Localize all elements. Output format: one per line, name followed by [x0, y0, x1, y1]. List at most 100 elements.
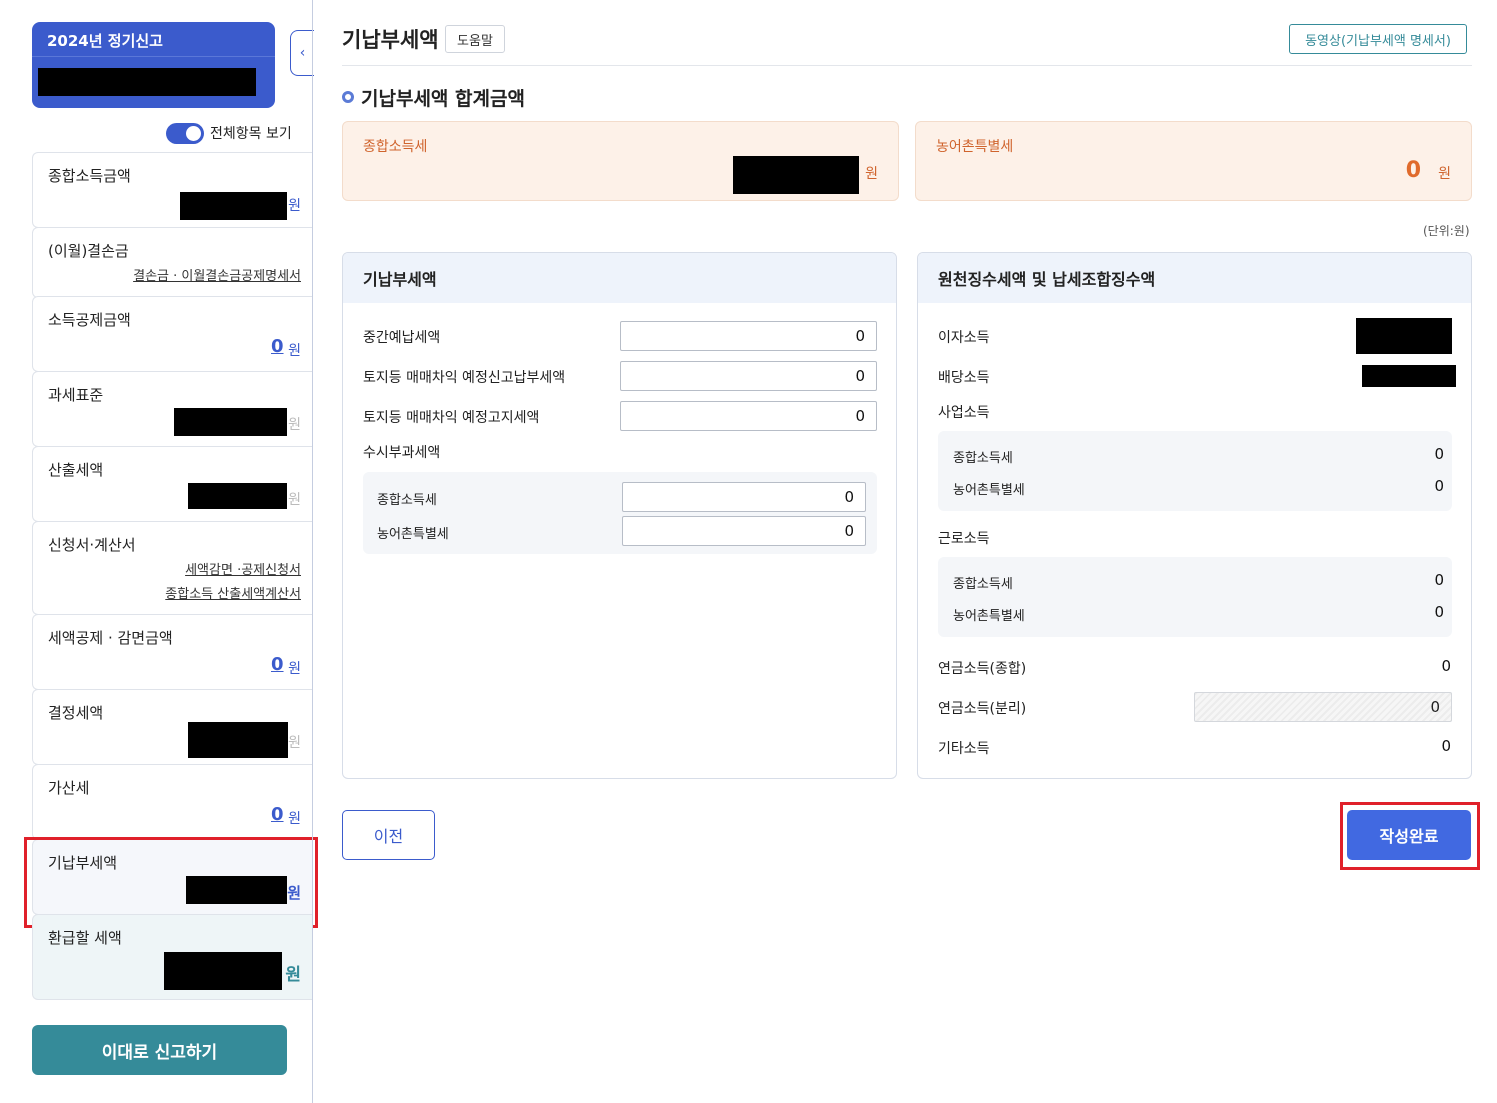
video-guide-button[interactable]: 동영상(기납부세액 명세서) — [1289, 24, 1467, 54]
panel-title: 원천징수세액 및 납세조합징수액 — [918, 253, 1471, 303]
sidebar-item-label: 환급할 세액 — [48, 929, 122, 947]
sidebar-item-calculated-tax[interactable]: 산출세액 원 — [32, 446, 313, 522]
won-unit: 원 — [288, 343, 301, 359]
business-income-tax-value: 0 — [1434, 445, 1444, 463]
previous-button[interactable]: 이전 — [342, 810, 435, 860]
withholding-panel: 원천징수세액 및 납세조합징수액 이자소득 배당소득 사업소득 종합소득세 0 … — [917, 252, 1472, 779]
submit-report-button[interactable]: 이대로 신고하기 — [32, 1025, 287, 1075]
business-income-tax-label: 종합소득세 — [953, 451, 1013, 466]
loss-statement-link[interactable]: 결손금 · 이월결손금공제명세서 — [133, 265, 301, 284]
won-unit: 원 — [288, 661, 301, 677]
sidebar-item-label: 신청서·계산서 — [48, 536, 136, 554]
panel-title: 기납부세액 — [343, 253, 896, 303]
won-unit: 원 — [288, 811, 301, 827]
occasional-income-tax-input[interactable]: 0 — [622, 482, 866, 512]
tax-credit-amount-link[interactable]: 0 — [271, 654, 284, 675]
toggle-switch[interactable] — [166, 122, 204, 144]
sidebar-item-penalty-tax[interactable]: 가산세 0 원 — [32, 764, 313, 840]
income-tax-summary: 종합소득세 원 — [342, 121, 899, 201]
interim-prepayment-label: 중간예납세액 — [363, 330, 441, 346]
won-unit: 원 — [865, 166, 878, 182]
other-income-label: 기타소득 — [938, 741, 990, 757]
occasional-tax-group: 종합소득세 0 농어촌특별세 0 — [363, 472, 877, 554]
sidebar-item-label: 세액공제 · 감면금액 — [48, 629, 173, 647]
pension-combined-label: 연금소득(종합) — [938, 661, 1027, 677]
redacted-value — [188, 483, 287, 509]
land-gain-prepaid-input[interactable]: 0 — [620, 361, 877, 391]
redacted-value — [1356, 318, 1452, 354]
rural-tax-value: 0 — [1405, 158, 1421, 183]
pension-separate-disabled-field: 0 — [1194, 692, 1452, 722]
interest-income-label: 이자소득 — [938, 330, 990, 346]
redacted-value — [180, 192, 287, 220]
sidebar-item-label: (이월)결손금 — [48, 242, 129, 260]
sidebar-divider — [312, 0, 313, 1103]
sidebar-item-label: 결정세액 — [48, 704, 104, 722]
earned-rural-tax-value: 0 — [1434, 603, 1444, 621]
sidebar-item-label: 산출세액 — [48, 461, 104, 479]
sidebar-item-label: 과세표준 — [48, 386, 104, 404]
prepaid-tax-panel: 기납부세액 중간예납세액 0 토지등 매매차익 예정신고납부세액 0 토지등 매… — [342, 252, 897, 779]
earned-income-group: 종합소득세 0 농어촌특별세 0 — [938, 557, 1452, 637]
sidebar-item-tax-credit[interactable]: 세액공제 · 감면금액 0 원 — [32, 614, 313, 690]
collapse-sidebar-button[interactable]: ‹ — [290, 30, 314, 76]
pension-combined-value: 0 — [1441, 657, 1451, 675]
business-rural-tax-value: 0 — [1434, 477, 1444, 495]
earned-income-label: 근로소득 — [938, 531, 990, 547]
dividend-income-label: 배당소득 — [938, 370, 990, 386]
toggle-label: 전체항목 보기 — [210, 126, 292, 142]
redacted-value — [1362, 365, 1456, 387]
unit-note: (단위:원) — [1423, 224, 1470, 238]
redacted-value — [174, 408, 287, 436]
interim-prepayment-input[interactable]: 0 — [620, 321, 877, 351]
land-gain-prepaid-label: 토지등 매매차익 예정신고납부세액 — [363, 370, 566, 386]
tax-calculation-statement-link[interactable]: 종합소득 산출세액계산서 — [165, 583, 301, 602]
occasional-rural-tax-input[interactable]: 0 — [622, 516, 866, 546]
sidebar-item-loss-carryforward[interactable]: (이월)결손금 결손금 · 이월결손금공제명세서 — [32, 227, 313, 298]
sidebar-item-label: 소득공제금액 — [48, 311, 131, 329]
redacted-user-info — [38, 68, 256, 96]
sidebar-header: 2024년 정기신고 — [32, 22, 275, 108]
filing-period-title: 2024년 정기신고 — [47, 32, 163, 50]
business-income-group: 종합소득세 0 농어촌특별세 0 — [938, 431, 1452, 511]
rural-tax-summary: 농어촌특별세 0 원 — [915, 121, 1472, 201]
sidebar-item-total-income[interactable]: 종합소득금액 원 — [32, 152, 313, 228]
help-button[interactable]: 도움말 — [445, 25, 505, 53]
earned-rural-tax-label: 농어촌특별세 — [953, 609, 1025, 624]
won-unit: 원 — [288, 735, 301, 751]
occasional-rural-tax-label: 농어촌특별세 — [377, 527, 449, 542]
penalty-amount-link[interactable]: 0 — [271, 804, 284, 825]
deduction-amount-link[interactable]: 0 — [271, 336, 284, 357]
sidebar-item-tax-base[interactable]: 과세표준 원 — [32, 371, 313, 447]
earned-income-tax-label: 종합소득세 — [953, 577, 1013, 592]
highlight-box — [1340, 802, 1480, 870]
title-divider — [342, 65, 1472, 66]
won-unit: 원 — [1438, 166, 1451, 182]
rural-tax-label: 농어촌특별세 — [936, 139, 1014, 155]
other-income-value: 0 — [1441, 737, 1451, 755]
sidebar-item-forms: 신청서·계산서 세액감면 ·공제신청서 종합소득 산출세액계산서 — [32, 521, 313, 615]
won-unit: 원 — [288, 198, 301, 214]
section-title: 기납부세액 합계금액 — [361, 88, 525, 110]
show-all-toggle[interactable]: 전체항목 보기 — [166, 122, 292, 144]
sidebar-item-determined-tax[interactable]: 결정세액 원 — [32, 689, 313, 765]
won-unit: 원 — [288, 417, 301, 433]
pension-separate-label: 연금소득(분리) — [938, 701, 1027, 717]
redacted-value — [188, 722, 288, 758]
chevron-left-icon: ‹ — [299, 45, 306, 61]
redacted-value — [733, 156, 859, 194]
land-gain-notice-label: 토지등 매매차익 예정고지세액 — [363, 410, 540, 426]
sidebar-item-label: 가산세 — [48, 779, 90, 797]
sidebar-item-refund-tax: 환급할 세액 원 — [32, 914, 313, 1000]
occasional-tax-label: 수시부과세액 — [363, 445, 441, 461]
page-title: 기납부세액 — [342, 28, 439, 52]
land-gain-notice-input[interactable]: 0 — [620, 401, 877, 431]
redacted-value — [164, 952, 282, 990]
business-rural-tax-label: 농어촌특별세 — [953, 483, 1025, 498]
header-divider — [32, 56, 275, 57]
earned-income-tax-value: 0 — [1434, 571, 1444, 589]
tax-reduction-application-link[interactable]: 세액감면 ·공제신청서 — [185, 559, 301, 578]
toggle-knob — [186, 125, 201, 141]
occasional-income-tax-label: 종합소득세 — [377, 493, 437, 508]
sidebar-item-income-deduction[interactable]: 소득공제금액 0 원 — [32, 296, 313, 372]
